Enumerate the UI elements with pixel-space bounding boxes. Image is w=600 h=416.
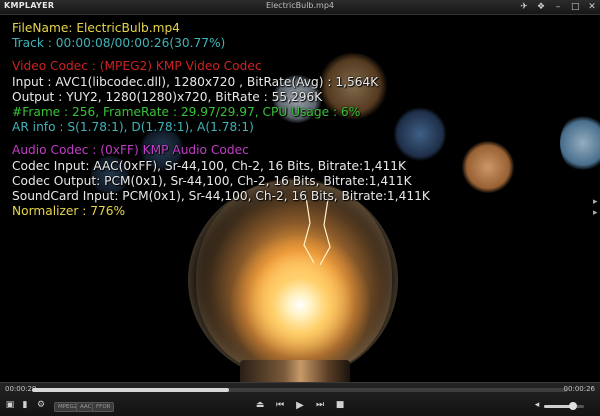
volume-slider[interactable] <box>544 402 584 410</box>
bulb-base <box>240 360 350 382</box>
osd-normalizer: Normalizer : 776% <box>12 204 126 219</box>
osd-video-codec: Video Codec : (MPEG2) KMP Video Codec <box>12 59 262 74</box>
osd-input: Input : AVC1(libcodec.dll), 1280x720 , B… <box>12 74 379 89</box>
bokeh-light <box>560 113 600 173</box>
osd-soundcard-input: SoundCard Input: PCM(0x1), Sr-44,100, Ch… <box>12 188 430 203</box>
window-title: ElectricBulb.mp4 <box>265 1 334 10</box>
eject-icon[interactable]: ⏏ <box>254 399 266 412</box>
pin-icon[interactable]: ✈ <box>520 2 528 12</box>
osd-filename: FileName: ElectricBulb.mp4 <box>12 21 180 35</box>
title-bar[interactable]: KMPLAYER ElectricBulb.mp4 ✈ ❖ – □ ✕ <box>0 0 600 15</box>
control-bar: 00:00:29 00:00:26 ▣ ▮ ⚙ MPEG2 AAC FFOR ⏏… <box>0 382 600 416</box>
seek-bar[interactable] <box>32 388 568 392</box>
play-icon[interactable]: ▶ <box>294 399 306 412</box>
filter-chip[interactable]: FFOR <box>92 402 115 412</box>
osd-ar-info: AR info : S(1.78:1), D(1.78:1), A(1.78:1… <box>12 120 254 135</box>
seek-progress <box>32 388 230 392</box>
osd-track: Track : 00:00:08/00:00:26(30.77%) <box>12 36 226 51</box>
screen-icon[interactable]: ▮ <box>20 399 30 412</box>
skin-icon[interactable]: ❖ <box>537 2 545 12</box>
osd-codec-output: Codec Output: PCM(0x1), Sr-44,100, Ch-2,… <box>12 173 412 188</box>
video-area[interactable]: FileName: ElectricBulb.mp4 Track : 00:00… <box>0 15 600 382</box>
control-row: ▣ ▮ ⚙ MPEG2 AAC FFOR ⏏ ⏮ ▶ ⏭ ■ ◂ <box>0 397 600 415</box>
osd-info: FileName: ElectricBulb.mp4 Track : 00:00… <box>12 21 430 219</box>
settings-gear-icon[interactable]: ⚙ <box>36 399 46 412</box>
3d-mode-icon[interactable]: ▣ <box>4 399 16 412</box>
bokeh-light <box>462 141 514 193</box>
volume-icon[interactable]: ◂ <box>532 399 542 412</box>
maximize-icon[interactable]: □ <box>571 2 580 12</box>
close-icon[interactable]: ✕ <box>588 2 596 12</box>
next-icon[interactable]: ⏭ <box>314 399 326 412</box>
volume-knob[interactable] <box>568 402 577 410</box>
osd-output: Output : YUY2, 1280(1280)x720, BitRate :… <box>12 89 323 104</box>
minimize-icon[interactable]: – <box>554 2 562 12</box>
total-time[interactable]: 00:00:26 <box>564 385 595 393</box>
osd-frame: #Frame : 256, FrameRate : 29.97/29.97, C… <box>12 104 361 119</box>
side-panel-arrows-icon[interactable]: ▸ ▸ <box>593 197 599 219</box>
previous-icon[interactable]: ⏮ <box>274 399 286 412</box>
stop-icon[interactable]: ■ <box>334 399 346 412</box>
osd-codec-input: Codec Input: AAC(0xFF), Sr-44,100, Ch-2,… <box>12 158 407 173</box>
osd-audio-codec: Audio Codec : (0xFF) KMP Audio Codec <box>12 143 249 158</box>
window-controls: ✈ ❖ – □ ✕ <box>520 0 596 14</box>
kmplayer-window: KMPLAYER ElectricBulb.mp4 ✈ ❖ – □ ✕ File… <box>0 0 600 416</box>
